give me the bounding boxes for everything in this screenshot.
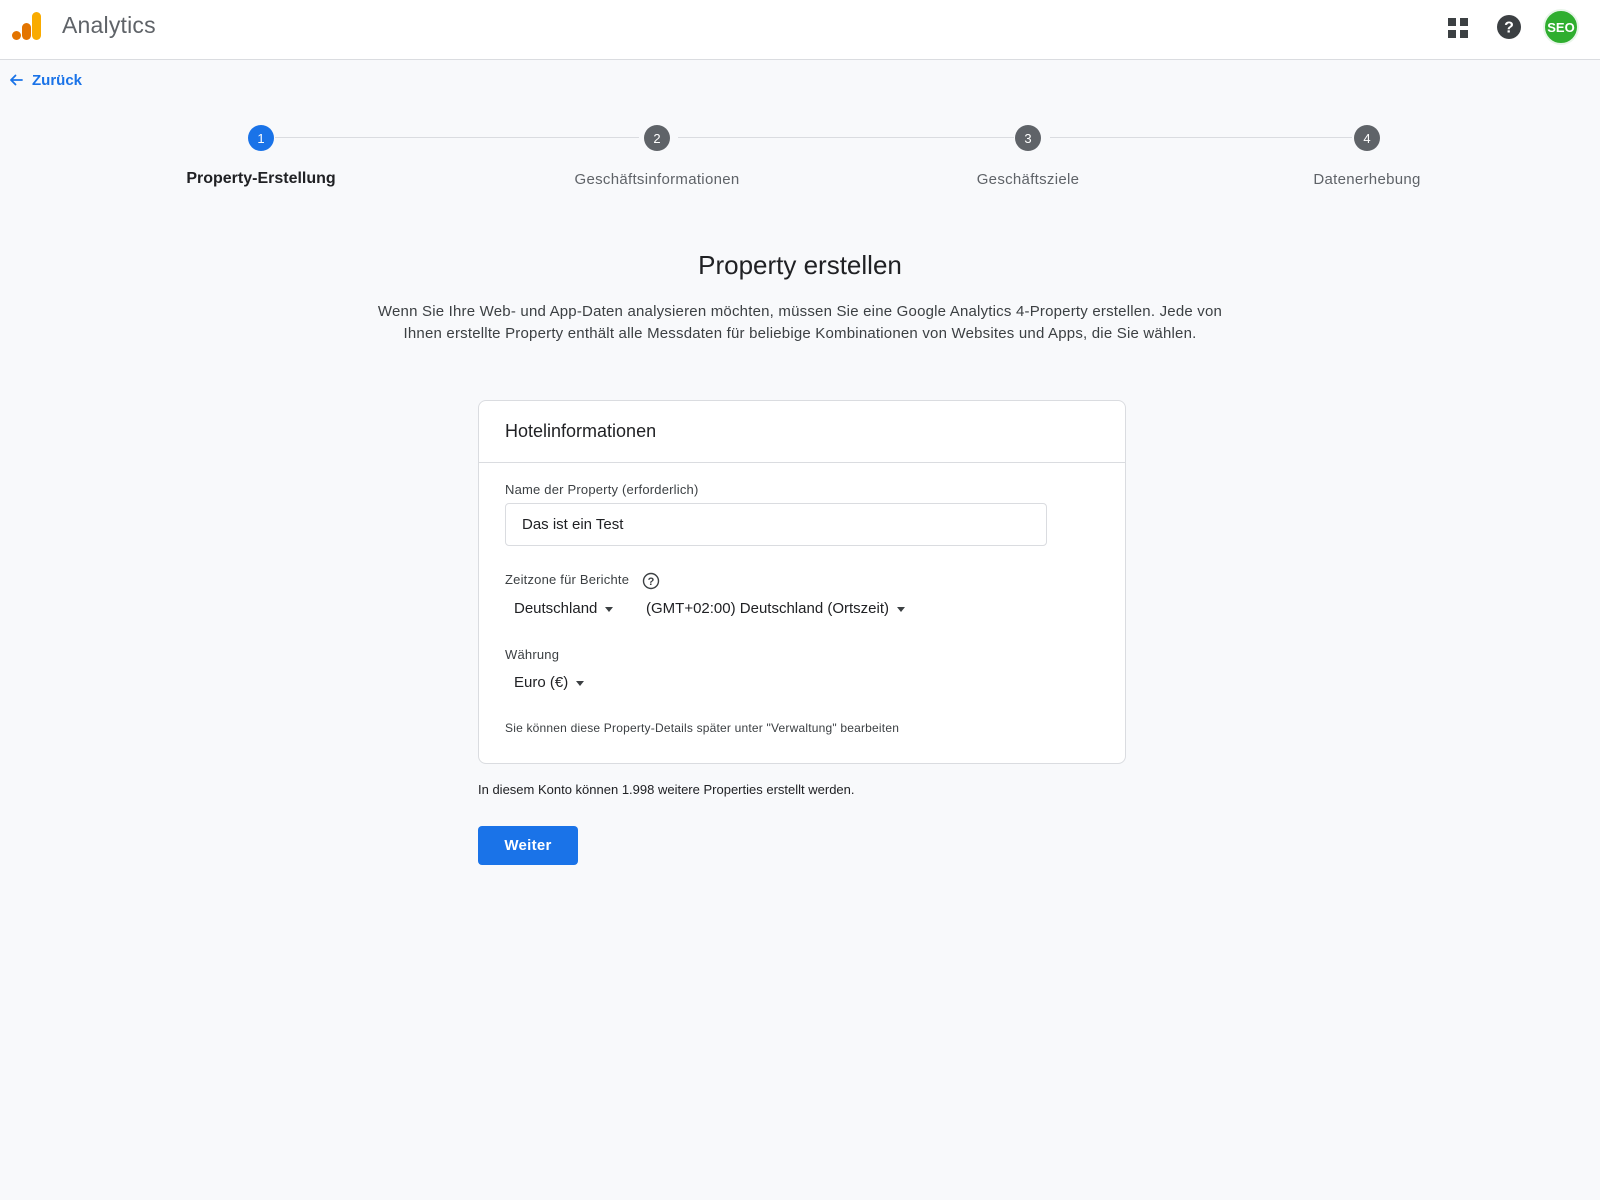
- step-connector: [275, 137, 639, 138]
- account-avatar[interactable]: SEO: [1543, 9, 1579, 45]
- help-circle-icon[interactable]: ?: [1496, 14, 1522, 40]
- timezone-label: Zeitzone für Berichte: [505, 572, 630, 587]
- step-1-label: Property-Erstellung: [186, 170, 336, 187]
- next-button[interactable]: Weiter: [478, 826, 578, 865]
- card-title: Hotelinformationen: [479, 401, 1125, 463]
- card-note: Sie können diese Property-Details später…: [505, 721, 900, 735]
- progress-stepper: 1 2 3 4 Property-Erstellung Geschäftsinf…: [0, 120, 1600, 200]
- step-3-indicator: 3: [1015, 125, 1041, 151]
- help-outline-icon[interactable]: ?: [642, 572, 660, 590]
- page-title: Property erstellen: [698, 250, 902, 280]
- caret-down-icon: [605, 607, 614, 612]
- timezone-dropdown[interactable]: (GMT+02:00) Deutschland (Ortszeit): [646, 600, 905, 617]
- step-4-label: Datenerhebung: [1313, 171, 1421, 188]
- property-name-input[interactable]: [505, 503, 1047, 546]
- step-connector: [678, 137, 1014, 138]
- app-title: Analytics: [62, 12, 156, 38]
- apps-grid-icon[interactable]: [1446, 16, 1470, 40]
- analytics-bars-icon[interactable]: [12, 10, 44, 42]
- caret-down-icon: [897, 607, 905, 612]
- svg-text:?: ?: [648, 576, 655, 588]
- step-2-label: Geschäftsinformationen: [574, 171, 740, 188]
- step-4-indicator: 4: [1354, 125, 1380, 151]
- top-app-bar: Analytics ? SEO: [0, 0, 1600, 60]
- country-dropdown[interactable]: Deutschland: [514, 600, 614, 617]
- arrow-back-icon: [10, 74, 23, 86]
- step-1-indicator: 1: [248, 125, 274, 151]
- step-3-label: Geschäftsziele: [976, 171, 1080, 188]
- caret-down-icon: [576, 681, 585, 686]
- currency-label: Währung: [505, 647, 560, 662]
- property-name-label: Name der Property (erforderlich): [505, 482, 699, 497]
- country-dropdown-value: Deutschland: [514, 600, 598, 617]
- intro-text: Wenn Sie Ihre Web- und App-Daten analysi…: [377, 303, 1223, 342]
- currency-dropdown[interactable]: Euro (€): [514, 674, 585, 691]
- svg-text:?: ?: [1504, 20, 1514, 37]
- back-link-label: Zurück: [32, 71, 83, 89]
- back-link[interactable]: Zurück: [8, 70, 82, 90]
- timezone-dropdown-value: (GMT+02:00) Deutschland (Ortszeit): [646, 600, 889, 617]
- currency-dropdown-value: Euro (€): [514, 674, 569, 691]
- hotel-info-card: Hotelinformationen Name der Property (er…: [478, 400, 1126, 764]
- step-connector: [1050, 137, 1352, 138]
- property-quota-text: In diesem Konto können 1.998 weitere Pro…: [478, 782, 855, 797]
- step-2-indicator: 2: [644, 125, 670, 151]
